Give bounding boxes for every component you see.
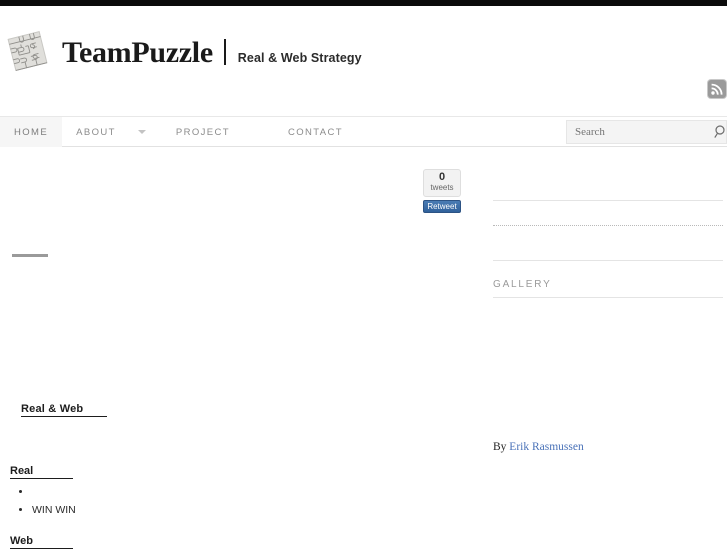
sidebar-divider-dotted (493, 225, 723, 226)
real-bullet-list: WIN WIN (10, 483, 76, 519)
logo-divider (224, 39, 227, 65)
site-header: TeamPuzzle Real & Web Strategy (0, 6, 727, 116)
twitter-retweet-widget: 0 tweets Retweet (423, 169, 461, 213)
byline-prefix: By (493, 441, 507, 453)
nav-item-home[interactable]: HOME (0, 117, 63, 147)
nav-item-project-label: PROJECT (175, 126, 230, 138)
brand-name: TeamPuzzle (62, 36, 213, 69)
retweet-button[interactable]: Retweet (423, 200, 461, 213)
right-sidebar: GALLERY By Erik Rasmussen (493, 147, 727, 545)
heading-real: Real (10, 465, 74, 479)
rss-feed-icon[interactable] (708, 80, 726, 98)
byline: By Erik Rasmussen (493, 441, 584, 453)
nav-item-contact-label: CONTACT (287, 126, 343, 138)
sidebar-divider-top (493, 200, 723, 201)
heading-web: Web (10, 535, 74, 549)
nav-item-project[interactable]: PROJECT (160, 117, 270, 147)
list-item (32, 483, 76, 501)
tweet-count-label: tweets (430, 183, 454, 192)
tweet-count-box: 0 tweets (423, 169, 461, 197)
sidebar-divider-under-gallery (493, 297, 723, 298)
chevron-down-icon (137, 130, 146, 134)
list-item: WIN WIN (32, 501, 76, 519)
magnifier-icon[interactable] (713, 124, 727, 140)
nav-item-about-label: ABOUT (76, 126, 116, 138)
byline-author-link[interactable]: Erik Rasmussen (509, 441, 583, 453)
puzzle-grid-logo-icon (4, 30, 52, 76)
brand-tagline: Real & Web Strategy (237, 51, 362, 65)
nav-item-list: HOME ABOUT PROJECT CONTACT (0, 117, 357, 147)
nav-item-home-label: HOME (14, 126, 49, 138)
search-box[interactable] (566, 120, 727, 144)
tweet-count: 0 (438, 171, 446, 183)
heading-real-and-web: Real & Web (21, 403, 108, 417)
content-divider-rule (12, 254, 48, 257)
sidebar-gallery-title: GALLERY (493, 279, 552, 290)
site-logo[interactable]: TeamPuzzle Real & Web Strategy (4, 30, 362, 76)
logo-wordmark-group: TeamPuzzle Real & Web Strategy (62, 38, 362, 68)
nav-item-about[interactable]: ABOUT (62, 117, 160, 147)
search-input[interactable] (567, 122, 711, 142)
sidebar-divider-middle (493, 260, 723, 261)
nav-item-contact[interactable]: CONTACT (270, 117, 357, 147)
